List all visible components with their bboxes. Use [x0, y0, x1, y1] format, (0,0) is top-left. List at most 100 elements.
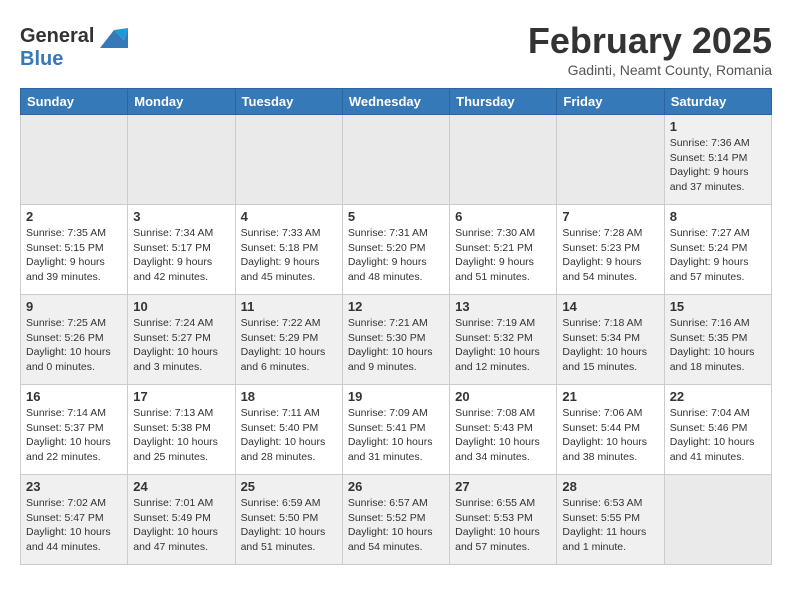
calendar-day-cell: 20 Sunrise: 7:08 AM Sunset: 5:43 PM Dayli… — [450, 385, 557, 475]
col-wednesday: Wednesday — [342, 89, 449, 115]
calendar-day-cell: 27 Sunrise: 6:55 AM Sunset: 5:53 PM Dayli… — [450, 475, 557, 565]
calendar-day-cell: 14 Sunrise: 7:18 AM Sunset: 5:34 PM Dayli… — [557, 295, 664, 385]
day-info: Sunrise: 7:13 AM Sunset: 5:38 PM Dayligh… — [133, 406, 229, 465]
col-friday: Friday — [557, 89, 664, 115]
day-info: Sunrise: 7:18 AM Sunset: 5:34 PM Dayligh… — [562, 316, 658, 375]
day-info: Sunrise: 7:16 AM Sunset: 5:35 PM Dayligh… — [670, 316, 766, 375]
logo: General Blue — [20, 20, 128, 71]
day-info: Sunrise: 7:02 AM Sunset: 5:47 PM Dayligh… — [26, 496, 122, 555]
calendar-week-row: 23Sunrise: 7:02 AM Sunset: 5:47 PM Dayli… — [21, 475, 772, 565]
day-info: Sunrise: 7:06 AM Sunset: 5:44 PM Dayligh… — [562, 406, 658, 465]
col-sunday: Sunday — [21, 89, 128, 115]
calendar-day-cell: 15 Sunrise: 7:16 AM Sunset: 5:35 PM Dayli… — [664, 295, 771, 385]
calendar-week-row: 16 Sunrise: 7:14 AM Sunset: 5:37 PM Dayli… — [21, 385, 772, 475]
calendar-day-cell: 25 Sunrise: 6:59 AM Sunset: 5:50 PM Dayli… — [235, 475, 342, 565]
calendar-day-cell: 24 Sunrise: 7:01 AM Sunset: 5:49 PM Dayli… — [128, 475, 235, 565]
col-monday: Monday — [128, 89, 235, 115]
calendar-day-cell: 1Sunrise: 7:36 AM Sunset: 5:14 PM Daylig… — [664, 115, 771, 205]
calendar-day-cell — [450, 115, 557, 205]
day-number: 5 — [348, 209, 444, 224]
day-info: Sunrise: 7:25 AM Sunset: 5:26 PM Dayligh… — [26, 316, 122, 375]
day-info: Sunrise: 7:27 AM Sunset: 5:24 PM Dayligh… — [670, 226, 766, 285]
location: Gadinti, Neamt County, Romania — [528, 62, 772, 78]
day-number: 22 — [670, 389, 766, 404]
logo-general: General — [20, 25, 94, 48]
day-number: 8 — [670, 209, 766, 224]
calendar-day-cell: 5 Sunrise: 7:31 AM Sunset: 5:20 PM Daylig… — [342, 205, 449, 295]
calendar-week-row: 2 Sunrise: 7:35 AM Sunset: 5:15 PM Daylig… — [21, 205, 772, 295]
calendar-day-cell: 22 Sunrise: 7:04 AM Sunset: 5:46 PM Dayli… — [664, 385, 771, 475]
day-number: 13 — [455, 299, 551, 314]
calendar-header-row: Sunday Monday Tuesday Wednesday Thursday… — [21, 89, 772, 115]
page-header: General Blue February 2025 Gadinti, Neam… — [20, 20, 772, 78]
day-number: 25 — [241, 479, 337, 494]
calendar-day-cell: 21 Sunrise: 7:06 AM Sunset: 5:44 PM Dayli… — [557, 385, 664, 475]
month-year: February 2025 — [528, 20, 772, 62]
calendar-day-cell — [342, 115, 449, 205]
day-info: Sunrise: 7:09 AM Sunset: 5:41 PM Dayligh… — [348, 406, 444, 465]
day-info: Sunrise: 7:08 AM Sunset: 5:43 PM Dayligh… — [455, 406, 551, 465]
calendar-table: Sunday Monday Tuesday Wednesday Thursday… — [20, 88, 772, 565]
day-number: 18 — [241, 389, 337, 404]
calendar-day-cell: 10 Sunrise: 7:24 AM Sunset: 5:27 PM Dayli… — [128, 295, 235, 385]
calendar-day-cell: 17 Sunrise: 7:13 AM Sunset: 5:38 PM Dayli… — [128, 385, 235, 475]
calendar-day-cell: 19 Sunrise: 7:09 AM Sunset: 5:41 PM Dayli… — [342, 385, 449, 475]
col-thursday: Thursday — [450, 89, 557, 115]
day-info: Sunrise: 6:53 AM Sunset: 5:55 PM Dayligh… — [562, 496, 658, 555]
day-info: Sunrise: 6:59 AM Sunset: 5:50 PM Dayligh… — [241, 496, 337, 555]
col-tuesday: Tuesday — [235, 89, 342, 115]
calendar-day-cell: 4 Sunrise: 7:33 AM Sunset: 5:18 PM Daylig… — [235, 205, 342, 295]
day-number: 28 — [562, 479, 658, 494]
day-number: 2 — [26, 209, 122, 224]
day-info: Sunrise: 6:57 AM Sunset: 5:52 PM Dayligh… — [348, 496, 444, 555]
day-info: Sunrise: 7:14 AM Sunset: 5:37 PM Dayligh… — [26, 406, 122, 465]
calendar-day-cell: 13 Sunrise: 7:19 AM Sunset: 5:32 PM Dayli… — [450, 295, 557, 385]
day-number: 11 — [241, 299, 337, 314]
calendar-day-cell — [664, 475, 771, 565]
day-info: Sunrise: 7:11 AM Sunset: 5:40 PM Dayligh… — [241, 406, 337, 465]
day-number: 10 — [133, 299, 229, 314]
day-number: 7 — [562, 209, 658, 224]
calendar-day-cell: 11 Sunrise: 7:22 AM Sunset: 5:29 PM Dayli… — [235, 295, 342, 385]
calendar-day-cell: 16 Sunrise: 7:14 AM Sunset: 5:37 PM Dayli… — [21, 385, 128, 475]
calendar-day-cell — [21, 115, 128, 205]
calendar-day-cell: 18 Sunrise: 7:11 AM Sunset: 5:40 PM Dayli… — [235, 385, 342, 475]
day-number: 24 — [133, 479, 229, 494]
day-number: 14 — [562, 299, 658, 314]
day-info: Sunrise: 7:34 AM Sunset: 5:17 PM Dayligh… — [133, 226, 229, 285]
calendar-day-cell — [128, 115, 235, 205]
day-number: 16 — [26, 389, 122, 404]
calendar-week-row: 9Sunrise: 7:25 AM Sunset: 5:26 PM Daylig… — [21, 295, 772, 385]
calendar-day-cell: 26 Sunrise: 6:57 AM Sunset: 5:52 PM Dayli… — [342, 475, 449, 565]
day-number: 20 — [455, 389, 551, 404]
day-info: Sunrise: 7:04 AM Sunset: 5:46 PM Dayligh… — [670, 406, 766, 465]
day-info: Sunrise: 7:19 AM Sunset: 5:32 PM Dayligh… — [455, 316, 551, 375]
day-info: Sunrise: 7:35 AM Sunset: 5:15 PM Dayligh… — [26, 226, 122, 285]
calendar-day-cell: 2 Sunrise: 7:35 AM Sunset: 5:15 PM Daylig… — [21, 205, 128, 295]
day-number: 6 — [455, 209, 551, 224]
day-number: 27 — [455, 479, 551, 494]
day-number: 21 — [562, 389, 658, 404]
day-info: Sunrise: 6:55 AM Sunset: 5:53 PM Dayligh… — [455, 496, 551, 555]
day-info: Sunrise: 7:24 AM Sunset: 5:27 PM Dayligh… — [133, 316, 229, 375]
calendar-day-cell: 7Sunrise: 7:28 AM Sunset: 5:23 PM Daylig… — [557, 205, 664, 295]
calendar-day-cell — [235, 115, 342, 205]
day-info: Sunrise: 7:01 AM Sunset: 5:49 PM Dayligh… — [133, 496, 229, 555]
day-info: Sunrise: 7:22 AM Sunset: 5:29 PM Dayligh… — [241, 316, 337, 375]
day-number: 17 — [133, 389, 229, 404]
calendar-day-cell: 28 Sunrise: 6:53 AM Sunset: 5:55 PM Dayli… — [557, 475, 664, 565]
calendar-day-cell: 9Sunrise: 7:25 AM Sunset: 5:26 PM Daylig… — [21, 295, 128, 385]
calendar-week-row: 1Sunrise: 7:36 AM Sunset: 5:14 PM Daylig… — [21, 115, 772, 205]
day-info: Sunrise: 7:21 AM Sunset: 5:30 PM Dayligh… — [348, 316, 444, 375]
calendar-day-cell: 6Sunrise: 7:30 AM Sunset: 5:21 PM Daylig… — [450, 205, 557, 295]
day-info: Sunrise: 7:31 AM Sunset: 5:20 PM Dayligh… — [348, 226, 444, 285]
day-number: 19 — [348, 389, 444, 404]
logo-icon — [96, 20, 128, 52]
day-info: Sunrise: 7:33 AM Sunset: 5:18 PM Dayligh… — [241, 226, 337, 285]
day-number: 4 — [241, 209, 337, 224]
day-number: 26 — [348, 479, 444, 494]
calendar-day-cell: 23Sunrise: 7:02 AM Sunset: 5:47 PM Dayli… — [21, 475, 128, 565]
calendar-day-cell: 12Sunrise: 7:21 AM Sunset: 5:30 PM Dayli… — [342, 295, 449, 385]
calendar-day-cell: 8 Sunrise: 7:27 AM Sunset: 5:24 PM Daylig… — [664, 205, 771, 295]
day-number: 15 — [670, 299, 766, 314]
